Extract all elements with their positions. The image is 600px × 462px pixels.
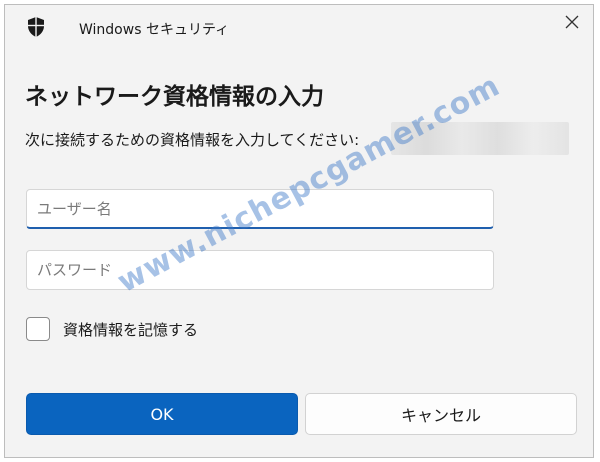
dialog-heading: ネットワーク資格情報の入力 (25, 84, 324, 110)
ok-button[interactable]: OK (26, 393, 298, 435)
title-bar: Windows セキュリティ (5, 5, 593, 49)
remember-credentials-label: 資格情報を記憶する (63, 320, 199, 339)
close-button[interactable] (557, 7, 587, 37)
password-field[interactable] (26, 250, 494, 290)
app-title: Windows セキュリティ (79, 22, 230, 38)
password-input[interactable] (27, 251, 493, 289)
close-icon (565, 15, 579, 29)
redacted-server-name (391, 122, 569, 155)
dialog-prompt: 次に接続するための資格情報を入力してください: (25, 131, 360, 149)
shield-icon (27, 16, 45, 38)
username-input[interactable] (27, 190, 493, 227)
cancel-button[interactable]: キャンセル (305, 393, 577, 435)
remember-credentials-row[interactable]: 資格情報を記憶する (26, 315, 198, 343)
credential-dialog: Windows セキュリティ ネットワーク資格情報の入力 次に接続するための資格… (4, 4, 594, 458)
remember-credentials-checkbox[interactable] (26, 317, 50, 341)
username-field[interactable] (26, 189, 494, 229)
